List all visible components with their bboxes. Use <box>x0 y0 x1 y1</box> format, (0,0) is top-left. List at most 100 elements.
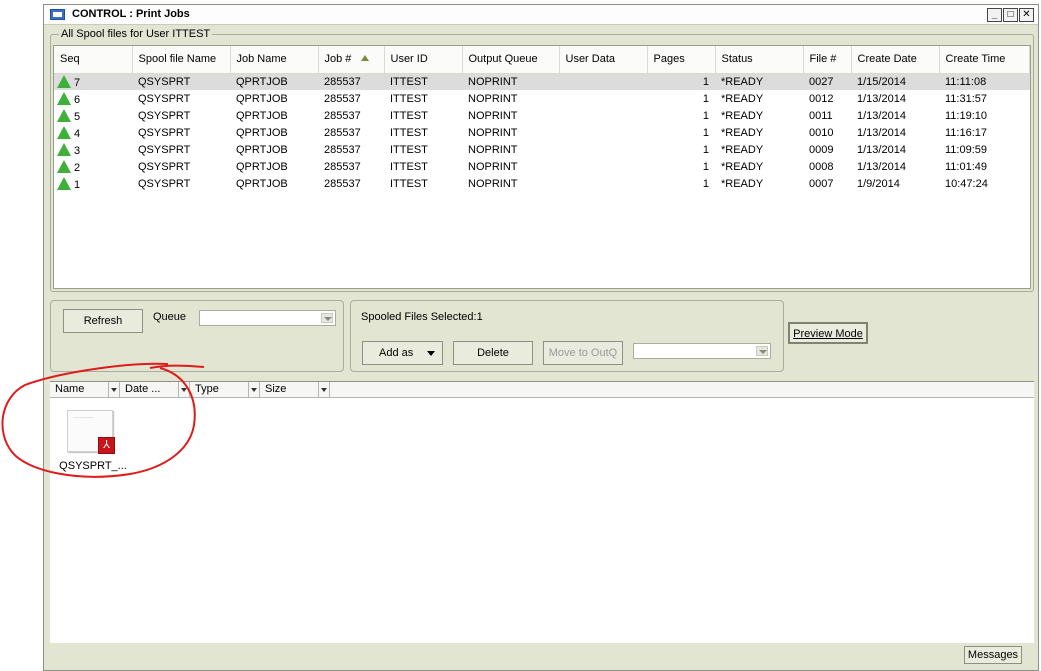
fb-column-date[interactable]: Date ... <box>120 382 190 398</box>
cell-job-number: 285537 <box>324 143 361 156</box>
fb-column-date-label: Date ... <box>125 383 161 395</box>
table-row[interactable]: 6 QSYSPRT QPRTJOB 285537 ITTEST NOPRINT 1 *READ… <box>54 90 1030 107</box>
cell-status: *READY <box>721 109 764 122</box>
table-row[interactable]: 4 QSYSPRT QPRTJOB 285537 ITTEST NOPRINT 1 *READ… <box>54 124 1030 141</box>
column-header-create-date[interactable]: Create Date <box>851 46 940 74</box>
refresh-button[interactable]: Refresh <box>63 309 143 333</box>
outq-select[interactable] <box>633 343 771 359</box>
column-header-file-number[interactable]: File # <box>803 46 852 74</box>
fb-column-size-label: Size <box>265 383 287 395</box>
cell-pages: 1 <box>702 126 709 139</box>
column-header-user-id[interactable]: User ID <box>384 46 463 74</box>
file-browser[interactable]: Name Date ... Type Size ⅄ QSYSPRT_... <box>50 381 1034 643</box>
fb-column-name[interactable]: Name <box>50 382 120 398</box>
column-header-status[interactable]: Status <box>715 46 804 74</box>
cell-job-name: QPRTJOB <box>236 160 288 173</box>
cell-create-date: 1/13/2014 <box>857 92 906 105</box>
cell-job-number: 285537 <box>324 126 361 139</box>
cell-output-queue: NOPRINT <box>468 92 518 105</box>
cell-job-name: QPRTJOB <box>236 126 288 139</box>
dropdown-arrow-icon[interactable] <box>248 382 259 397</box>
cell-user-id: ITTEST <box>390 126 428 139</box>
delete-button[interactable]: Delete <box>453 341 533 365</box>
preview-mode-button[interactable]: Preview Mode <box>788 322 868 344</box>
table-row[interactable]: 1 QSYSPRT QPRTJOB 285537 ITTEST NOPRINT 1 *READ… <box>54 175 1030 192</box>
spool-files-group: All Spool files for User ITTEST Seq Spoo… <box>50 28 1034 292</box>
file-browser-header-filler <box>330 382 1034 398</box>
pdf-file-icon: ⅄ <box>98 437 115 454</box>
cell-job-name: QPRTJOB <box>236 92 288 105</box>
cell-job-number: 285537 <box>318 73 384 90</box>
cell-seq: 5 <box>54 107 132 124</box>
cell-spool-file-name: QSYSPRT <box>138 160 191 173</box>
minimize-button[interactable]: _ <box>987 8 1002 22</box>
cell-status: *READY <box>721 160 764 173</box>
ready-status-icon <box>57 159 71 173</box>
messages-button[interactable]: Messages <box>964 646 1022 664</box>
cell-create-date: 1/13/2014 <box>857 109 906 122</box>
cell-create-date: 1/9/2014 <box>857 177 900 190</box>
seq-value: 7 <box>74 76 81 89</box>
seq-value: 4 <box>74 127 81 140</box>
cell-create-time: 11:16:17 <box>945 126 988 139</box>
dropdown-arrow-icon[interactable] <box>108 382 119 397</box>
cell-output-queue: NOPRINT <box>468 177 518 190</box>
cell-pages: 1 <box>647 73 715 90</box>
fb-column-name-label: Name <box>55 383 85 395</box>
table-row[interactable]: 5 QSYSPRT QPRTJOB 285537 ITTEST NOPRINT 1 *READ… <box>54 107 1030 124</box>
chevron-down-icon <box>756 346 768 356</box>
ready-status-icon <box>57 176 71 190</box>
cell-spool-file-name: QSYSPRT <box>138 92 191 105</box>
column-header-user-data[interactable]: User Data <box>559 46 648 74</box>
add-as-button[interactable]: Add as <box>362 341 443 365</box>
ready-status-icon <box>57 142 71 156</box>
cell-job-name: QPRTJOB <box>230 73 318 90</box>
table-row[interactable]: 2 QSYSPRT QPRTJOB 285537 ITTEST NOPRINT 1 *READ… <box>54 158 1030 175</box>
spool-table-container[interactable]: Seq Spool file Name Job Name Job # User … <box>53 45 1031 289</box>
close-button[interactable]: ✕ <box>1019 8 1034 22</box>
cell-job-number: 285537 <box>324 177 361 190</box>
cell-user-data <box>559 141 647 158</box>
cell-job-number: 285537 <box>324 160 361 173</box>
dropdown-arrow-icon[interactable] <box>318 382 329 397</box>
cell-output-queue: NOPRINT <box>468 160 518 173</box>
cell-seq: 6 <box>54 90 132 107</box>
column-header-job-number[interactable]: Job # <box>318 46 385 74</box>
cell-job-number: 285537 <box>324 92 361 105</box>
cell-output-queue: NOPRINT <box>468 126 518 139</box>
column-header-seq[interactable]: Seq <box>54 46 133 74</box>
fb-column-size[interactable]: Size <box>260 382 330 398</box>
fb-column-type[interactable]: Type <box>190 382 260 398</box>
cell-job-number: 285537 <box>324 109 361 122</box>
maximize-button[interactable]: □ <box>1003 8 1018 22</box>
cell-user-data <box>559 107 647 124</box>
cell-user-data <box>559 90 647 107</box>
spool-group-title: All Spool files for User ITTEST <box>59 28 213 40</box>
cell-file-number: 0012 <box>809 92 834 105</box>
column-header-output-queue[interactable]: Output Queue <box>462 46 560 74</box>
column-header-pages[interactable]: Pages <box>647 46 716 74</box>
cell-spool-file-name: QSYSPRT <box>132 73 230 90</box>
cell-job-name: QPRTJOB <box>236 177 288 190</box>
seq-value: 1 <box>74 178 81 191</box>
cell-job-name: QPRTJOB <box>236 143 288 156</box>
cell-status: *READY <box>721 143 764 156</box>
column-header-spool-file-name[interactable]: Spool file Name <box>132 46 231 74</box>
move-to-outq-button[interactable]: Move to OutQ <box>543 341 623 365</box>
column-header-create-time[interactable]: Create Time <box>939 46 1030 74</box>
cell-user-id: ITTEST <box>384 73 462 90</box>
cell-create-time: 11:01:49 <box>945 160 988 173</box>
cell-job-name: QPRTJOB <box>236 109 288 122</box>
queue-select[interactable] <box>199 310 336 326</box>
dropdown-arrow-icon[interactable] <box>178 382 189 397</box>
cell-create-date: 1/13/2014 <box>857 160 906 173</box>
ready-status-icon <box>57 74 71 88</box>
cell-user-id: ITTEST <box>390 177 428 190</box>
column-header-job-name[interactable]: Job Name <box>230 46 319 74</box>
table-row[interactable]: 7 QSYSPRT QPRTJOB 285537 ITTEST NOPRINT 1 *READ… <box>54 73 1030 90</box>
window-title: CONTROL : Print Jobs <box>72 8 190 20</box>
cell-user-id: ITTEST <box>390 109 428 122</box>
cell-pages: 1 <box>702 160 709 173</box>
cell-output-queue: NOPRINT <box>468 109 518 122</box>
table-row[interactable]: 3 QSYSPRT QPRTJOB 285537 ITTEST NOPRINT 1 *READ… <box>54 141 1030 158</box>
